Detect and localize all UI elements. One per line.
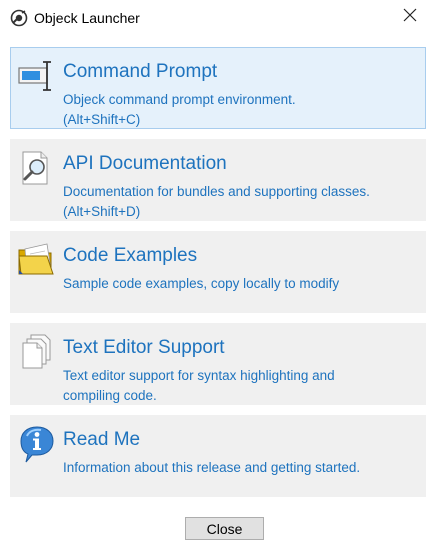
item-description: Information about this release and getti…	[63, 460, 361, 475]
close-button[interactable]: Close	[185, 517, 264, 540]
item-description: Sample code examples, copy locally to mo…	[63, 276, 340, 291]
magnifier-document-icon	[17, 148, 57, 188]
terminal-icon	[17, 56, 57, 96]
item-title: Code Examples	[63, 245, 198, 266]
launch-item-api-documentation[interactable]: API Documentation Documentation for bund…	[10, 139, 426, 221]
launch-item-code-examples[interactable]: Code Examples Sample code examples, copy…	[10, 231, 426, 313]
item-title: API Documentation	[63, 153, 227, 174]
info-icon	[17, 424, 57, 464]
objeck-logo-icon	[10, 9, 28, 27]
documents-icon	[17, 332, 57, 372]
item-title: Text Editor Support	[63, 337, 225, 358]
launch-item-read-me[interactable]: Read Me Information about this release a…	[10, 415, 426, 497]
window-title: Objeck Launcher	[34, 10, 140, 26]
title-bar: Objeck Launcher	[0, 0, 441, 36]
close-icon	[403, 8, 417, 27]
item-title: Read Me	[63, 429, 141, 450]
item-title: Command Prompt	[63, 61, 218, 82]
folder-icon	[17, 240, 57, 280]
launch-item-text-editor-support[interactable]: Text Editor Support Text editor support …	[10, 323, 426, 405]
item-description: Objeck command prompt environment. (Alt+…	[63, 92, 296, 127]
window-close-button[interactable]	[394, 2, 426, 32]
item-description: Text editor support for syntax highlight…	[63, 368, 335, 403]
item-description: Documentation for bundles and supporting…	[63, 184, 370, 219]
launch-item-command-prompt[interactable]: Command Prompt Objeck command prompt env…	[10, 47, 426, 129]
